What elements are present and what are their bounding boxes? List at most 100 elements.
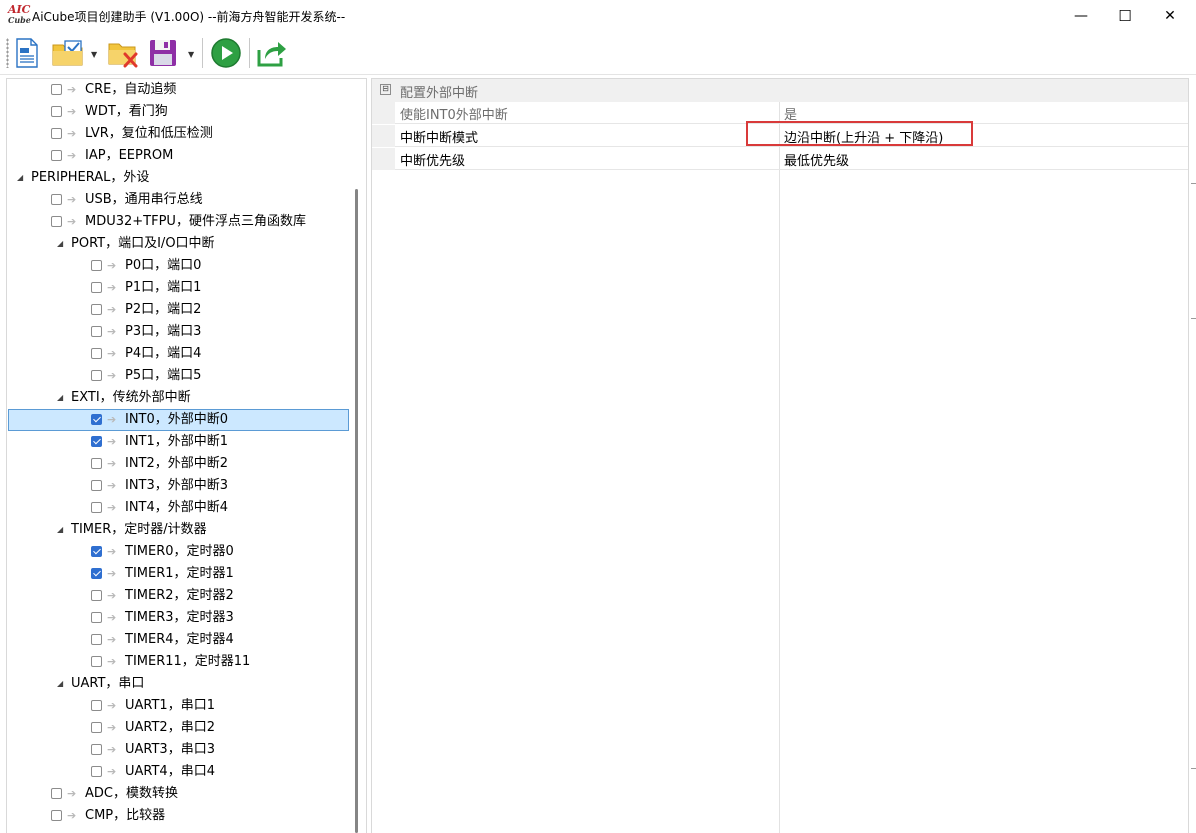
tree-node[interactable]: ➔ TIMER0，定时器0 [7, 541, 347, 563]
checkbox[interactable] [91, 304, 102, 315]
delete-project-button[interactable] [106, 36, 140, 70]
checkbox[interactable] [51, 810, 62, 821]
tree-node[interactable]: ➔ UART1，串口1 [7, 695, 347, 717]
tree-node[interactable]: ➔ P3口，端口3 [7, 321, 347, 343]
checkbox[interactable] [51, 216, 62, 227]
arrow-icon: ➔ [67, 215, 77, 228]
expand-triangle-icon[interactable]: ◢ [57, 387, 63, 409]
new-project-button[interactable] [10, 36, 44, 70]
run-button[interactable] [209, 36, 243, 70]
tree-group-node[interactable]: ◢ TIMER，定时器/计数器 [7, 519, 347, 541]
checkbox[interactable] [91, 282, 102, 293]
arrow-icon: ➔ [107, 457, 117, 470]
checkbox[interactable] [51, 84, 62, 95]
expand-triangle-icon[interactable]: ◢ [17, 167, 23, 189]
tree-node-label: TIMER11，定时器11 [125, 654, 251, 669]
arrow-icon: ➔ [107, 435, 117, 448]
tree-node[interactable]: ➔ TIMER4，定时器4 [7, 629, 347, 651]
tree-node[interactable]: ➔ TIMER3，定时器3 [7, 607, 347, 629]
tree-node[interactable]: ➔ P0口，端口0 [7, 255, 347, 277]
tree-group-node[interactable]: ◢ UART，串口 [7, 673, 347, 695]
tree-node-label: INT4，外部中断4 [125, 500, 229, 515]
checkbox[interactable] [51, 128, 62, 139]
collapse-icon[interactable]: ⊟ [380, 84, 391, 95]
checkbox[interactable] [91, 700, 102, 711]
tree-node[interactable]: ➔ UART3，串口3 [7, 739, 347, 761]
checkbox[interactable] [91, 634, 102, 645]
tree-node[interactable]: ➔ INT0，外部中断0 [7, 409, 347, 431]
expand-triangle-icon[interactable]: ◢ [57, 519, 63, 541]
checkbox[interactable] [91, 744, 102, 755]
tree-node[interactable]: ➔ P2口，端口2 [7, 299, 347, 321]
checkbox[interactable] [91, 458, 102, 469]
tree-node-label: P1口，端口1 [125, 280, 202, 295]
tree-node[interactable]: ➔ MDU32+TFPU，硬件浮点三角函数库 [7, 211, 347, 233]
checkbox[interactable] [51, 106, 62, 117]
tree-node[interactable]: ➔ INT4，外部中断4 [7, 497, 347, 519]
checkbox[interactable] [91, 414, 102, 425]
toolbar-grip[interactable] [6, 38, 9, 68]
property-value[interactable]: 最低优先级 [784, 150, 849, 169]
expand-triangle-icon[interactable]: ◢ [57, 233, 63, 255]
tree-node[interactable]: ➔ INT2，外部中断2 [7, 453, 347, 475]
app-logo: AIC Cube [8, 4, 31, 28]
tree-group-node[interactable]: ◢ PORT，端口及I/O口中断 [7, 233, 347, 255]
property-row[interactable]: 中断优先级 最低优先级 [372, 148, 1188, 170]
checkbox[interactable] [91, 260, 102, 271]
column-divider[interactable] [779, 102, 780, 833]
expand-triangle-icon[interactable]: ◢ [57, 673, 63, 695]
tree-node[interactable]: ➔ P4口，端口4 [7, 343, 347, 365]
checkbox[interactable] [91, 656, 102, 667]
tree-node[interactable]: ➔ CMP，比较器 [7, 805, 347, 827]
tree-node[interactable]: ➔ ADC，模数转换 [7, 783, 347, 805]
checkbox[interactable] [51, 150, 62, 161]
tree-node[interactable]: ➔ TIMER11，定时器11 [7, 651, 347, 673]
checkbox[interactable] [91, 436, 102, 447]
checkbox[interactable] [91, 590, 102, 601]
close-button[interactable]: ✕ [1147, 0, 1193, 32]
tree-node[interactable]: ➔ INT3，外部中断3 [7, 475, 347, 497]
maximize-button[interactable]: ☐ [1102, 0, 1148, 32]
tree-node[interactable]: ➔ WDT，看门狗 [7, 101, 347, 123]
tree-scrollbar-thumb[interactable] [355, 189, 358, 833]
open-project-button[interactable] [50, 36, 86, 70]
checkbox[interactable] [51, 194, 62, 205]
export-share-icon [257, 42, 286, 67]
tree-node-label: PORT，端口及I/O口中断 [71, 236, 215, 251]
tree-node[interactable]: ➔ CRE，自动追频 [7, 79, 347, 101]
export-button[interactable] [255, 36, 289, 70]
tree-node[interactable]: ➔ TIMER1，定时器1 [7, 563, 347, 585]
save-dropdown-arrow[interactable]: ▼ [188, 50, 196, 59]
save-project-button[interactable] [146, 36, 180, 70]
tree-node[interactable]: ➔ LVR，复位和低压检测 [7, 123, 347, 145]
checkbox[interactable] [91, 326, 102, 337]
minimize-button[interactable]: — [1058, 0, 1104, 32]
checkbox[interactable] [91, 502, 102, 513]
checkbox[interactable] [91, 766, 102, 777]
tree-node[interactable]: ➔ UART4，串口4 [7, 761, 347, 783]
checkbox[interactable] [91, 722, 102, 733]
right-edge-strip [1189, 78, 1196, 832]
tree-node-label: TIMER0，定时器0 [125, 544, 234, 559]
tree-node[interactable]: ➔ IAP，EEPROM [7, 145, 347, 167]
tree-node[interactable]: ➔ UART2，串口2 [7, 717, 347, 739]
checkbox[interactable] [91, 612, 102, 623]
tree-group-node[interactable]: ◢ PERIPHERAL，外设 [7, 167, 347, 189]
checkbox[interactable] [91, 568, 102, 579]
checkbox[interactable] [91, 370, 102, 381]
tree-scrollbar[interactable] [351, 79, 363, 833]
tree-node[interactable]: ➔ INT1，外部中断1 [7, 431, 347, 453]
checkbox[interactable] [51, 788, 62, 799]
module-tree[interactable]: ➔ CRE，自动追频 ➔ WDT，看门狗 ➔ LVR，复位和低压检测 ➔ IAP，EEPROM… [6, 78, 367, 833]
tree-node[interactable]: ➔ P1口，端口1 [7, 277, 347, 299]
tree-node[interactable]: ➔ TIMER2，定时器2 [7, 585, 347, 607]
checkbox[interactable] [91, 480, 102, 491]
open-dropdown-arrow[interactable]: ▼ [91, 50, 99, 59]
tree-node[interactable]: ➔ USB，通用串行总线 [7, 189, 347, 211]
arrow-icon: ➔ [107, 567, 117, 580]
category-header[interactable]: ⊟ 配置外部中断 [372, 79, 1188, 102]
checkbox[interactable] [91, 546, 102, 557]
tree-group-node[interactable]: ◢ EXTI，传统外部中断 [7, 387, 347, 409]
tree-node[interactable]: ➔ P5口，端口5 [7, 365, 347, 387]
checkbox[interactable] [91, 348, 102, 359]
